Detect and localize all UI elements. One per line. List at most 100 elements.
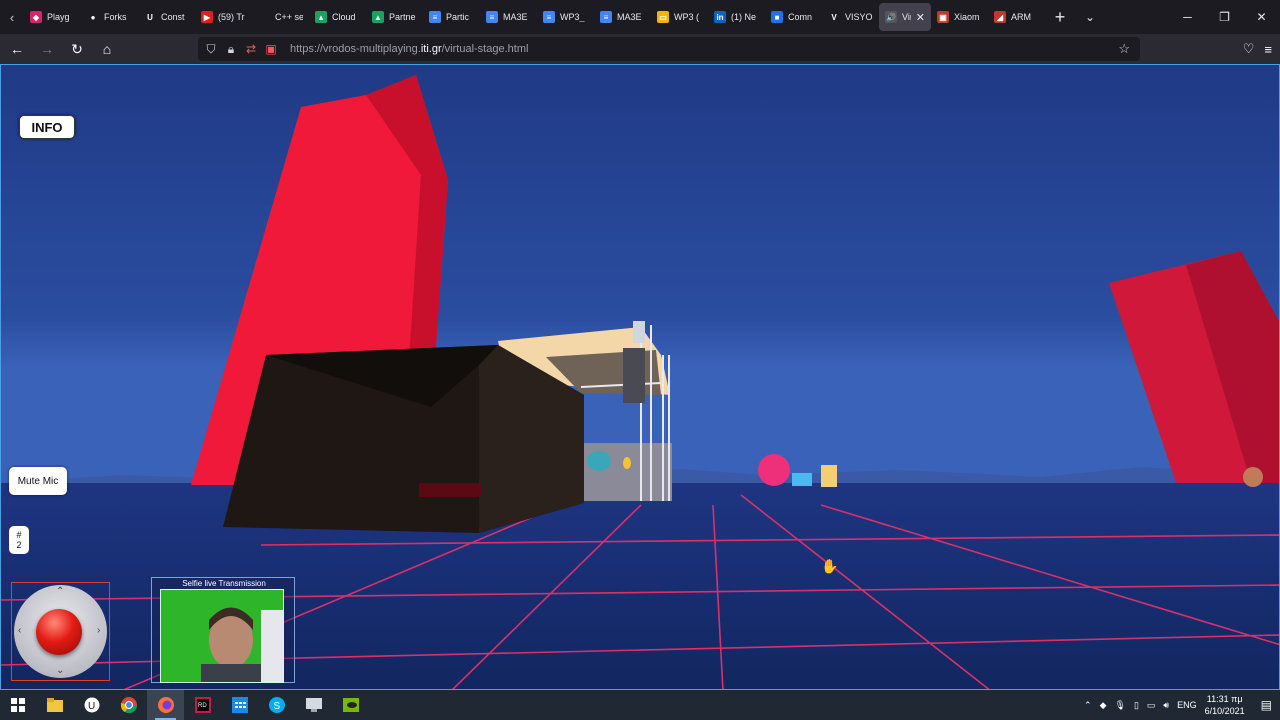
- info-button[interactable]: INFO: [19, 115, 75, 139]
- joystick-up-icon: ⌃: [56, 586, 65, 597]
- restore-icon[interactable]: ❐: [1206, 0, 1243, 34]
- home-button[interactable]: ⌂: [94, 36, 120, 62]
- hand-cursor-icon: ✋: [821, 558, 838, 574]
- tab-label: Virt: [902, 12, 911, 22]
- menu-icon[interactable]: ≡: [1264, 42, 1272, 57]
- tab-favicon-icon: ◢: [994, 11, 1006, 23]
- virtual-joystick[interactable]: ⌃ ⌄ ‹ ›: [11, 582, 110, 681]
- browser-tab[interactable]: C++ set n: [252, 3, 309, 31]
- joystick-knob[interactable]: [36, 609, 82, 655]
- tab-favicon-icon: ▲: [315, 11, 327, 23]
- browser-tab[interactable]: ≡ MA3E: [594, 3, 651, 31]
- tab-label: Const: [161, 12, 185, 22]
- back-button[interactable]: ←: [4, 36, 30, 62]
- new-tab-button[interactable]: +: [1045, 2, 1075, 32]
- browser-tab[interactable]: ≡ MA3E: [480, 3, 537, 31]
- browser-tab[interactable]: ● Forks: [81, 3, 138, 31]
- pink-sphere: [758, 454, 790, 486]
- tab-favicon-icon: [258, 11, 270, 23]
- blue-cube: [792, 473, 812, 486]
- virtual-stage-viewport[interactable]: ✋ INFO Mute Mic # 2 ⌃ ⌄ ‹ › Selfie live …: [0, 64, 1280, 690]
- svg-text:RD: RD: [198, 703, 207, 709]
- permissions-icon[interactable]: ⇄: [244, 42, 258, 56]
- browser-tab[interactable]: ▲ Partne: [366, 3, 423, 31]
- dropbox-icon[interactable]: ◆: [1100, 700, 1107, 711]
- selfie-title: Selfie live Transmission: [182, 579, 266, 588]
- address-bar[interactable]: ⛉ 🔒︎ ⇄ ▣ https://vrodos-multiplaying.iti…: [198, 37, 1140, 61]
- browser-tab[interactable]: ▭ WP3 (: [651, 3, 708, 31]
- language-indicator[interactable]: ENG: [1177, 700, 1197, 710]
- tab-label: Forks: [104, 12, 127, 22]
- nvidia-icon[interactable]: [332, 690, 369, 720]
- tab-label: Comn: [788, 12, 813, 22]
- tab-favicon-icon: ▣: [937, 11, 949, 23]
- forward-button[interactable]: →: [34, 36, 60, 62]
- network-icon[interactable]: ▭: [1147, 700, 1156, 711]
- tab-label: (1) Ne: [731, 12, 757, 22]
- show-hidden-icons-icon[interactable]: ⌃: [1084, 700, 1092, 711]
- webcam-person: [161, 590, 283, 682]
- remote-desktop-icon[interactable]: [295, 690, 332, 720]
- notifications-icon[interactable]: ▤: [1261, 698, 1272, 712]
- close-window-icon[interactable]: ✕: [1243, 0, 1280, 34]
- browser-tab[interactable]: ◢ ARM: [988, 3, 1045, 31]
- skype-icon[interactable]: S: [258, 690, 295, 720]
- browser-tab[interactable]: ▶ (59) Tr: [195, 3, 252, 31]
- tracking-shield-icon[interactable]: ⛉: [204, 42, 218, 57]
- clock-time: 11:31 πμ: [1206, 694, 1243, 704]
- tab-close-icon[interactable]: ✕: [916, 11, 925, 24]
- list-all-tabs-button[interactable]: ⌄: [1075, 2, 1105, 32]
- tab-favicon-icon: ◆: [30, 11, 42, 23]
- windows-taskbar: U RD S ⌃ ◆ 🎙︎ ▯ ▭ 🔊︎ ENG 11:31 πμ 6/10/2…: [0, 690, 1280, 720]
- browser-tab[interactable]: ≡ Partic: [423, 3, 480, 31]
- windows-logo-icon: [11, 698, 25, 712]
- calendar-icon[interactable]: [221, 690, 258, 720]
- browser-tab[interactable]: V VISYO: [822, 3, 879, 31]
- camera-sharing-icon[interactable]: ▣: [264, 42, 278, 56]
- player-count-badge: # 2: [9, 526, 29, 554]
- svg-text:S: S: [273, 701, 280, 712]
- browser-tab[interactable]: ≡ WP3_: [537, 3, 594, 31]
- file-explorer-icon[interactable]: [36, 690, 73, 720]
- unreal-engine-icon[interactable]: U: [73, 690, 110, 720]
- chrome-icon[interactable]: [110, 690, 147, 720]
- remote-avatar: [1243, 467, 1263, 487]
- browser-tab[interactable]: ▣ Xiaom: [931, 3, 988, 31]
- tab-label: VISYO: [845, 12, 873, 22]
- tab-label: Playg: [47, 12, 70, 22]
- start-button[interactable]: [0, 690, 36, 720]
- bookmark-star-icon[interactable]: ☆: [1118, 41, 1130, 57]
- tab-label: WP3_: [560, 12, 585, 22]
- tab-favicon-icon: ≡: [600, 11, 612, 23]
- rider-icon[interactable]: RD: [184, 690, 221, 720]
- browser-tab[interactable]: ▲ Cloud: [309, 3, 366, 31]
- mute-mic-button[interactable]: Mute Mic: [9, 467, 67, 495]
- browser-tab[interactable]: ■ Comn: [765, 3, 822, 31]
- svg-text:U: U: [88, 701, 95, 712]
- hash-symbol: #: [16, 530, 22, 540]
- browser-tab[interactable]: in (1) Ne: [708, 3, 765, 31]
- url-text[interactable]: https://vrodos-multiplaying.iti.gr/virtu…: [290, 43, 528, 55]
- browser-tab[interactable]: U Const: [138, 3, 195, 31]
- firefox-icon[interactable]: [147, 690, 184, 720]
- window-controls: ─ ❐ ✕: [1169, 0, 1280, 34]
- browser-tab[interactable]: ◆ Playg: [24, 3, 81, 31]
- tab-label: Partne: [389, 12, 416, 22]
- microphone-icon[interactable]: 🎙︎: [1115, 700, 1126, 711]
- tab-label: MA3E: [617, 12, 642, 22]
- reload-button[interactable]: ↻: [64, 36, 90, 62]
- url-domain: iti.gr: [420, 43, 442, 55]
- clock[interactable]: 11:31 πμ 6/10/2021: [1205, 693, 1245, 717]
- volume-icon[interactable]: 🔊︎: [1163, 700, 1169, 711]
- browser-tab[interactable]: 🔊 Virt ✕: [879, 3, 931, 31]
- tab-label: ARM: [1011, 12, 1031, 22]
- tab-favicon-icon: ▭: [657, 11, 669, 23]
- lock-icon[interactable]: 🔒︎: [224, 42, 238, 57]
- tab-favicon-icon: ≡: [543, 11, 555, 23]
- tab-label: (59) Tr: [218, 12, 245, 22]
- tablet-icon[interactable]: ▯: [1134, 700, 1139, 711]
- tab-scroll-left-button[interactable]: ‹: [0, 0, 24, 34]
- pocket-icon[interactable]: ♡: [1243, 41, 1255, 57]
- tab-strip: ‹ ◆ Playg ● Forks U Const ▶ (59) Tr C++ set n ▲ Cl…: [0, 0, 1280, 34]
- minimize-icon[interactable]: ─: [1169, 0, 1206, 34]
